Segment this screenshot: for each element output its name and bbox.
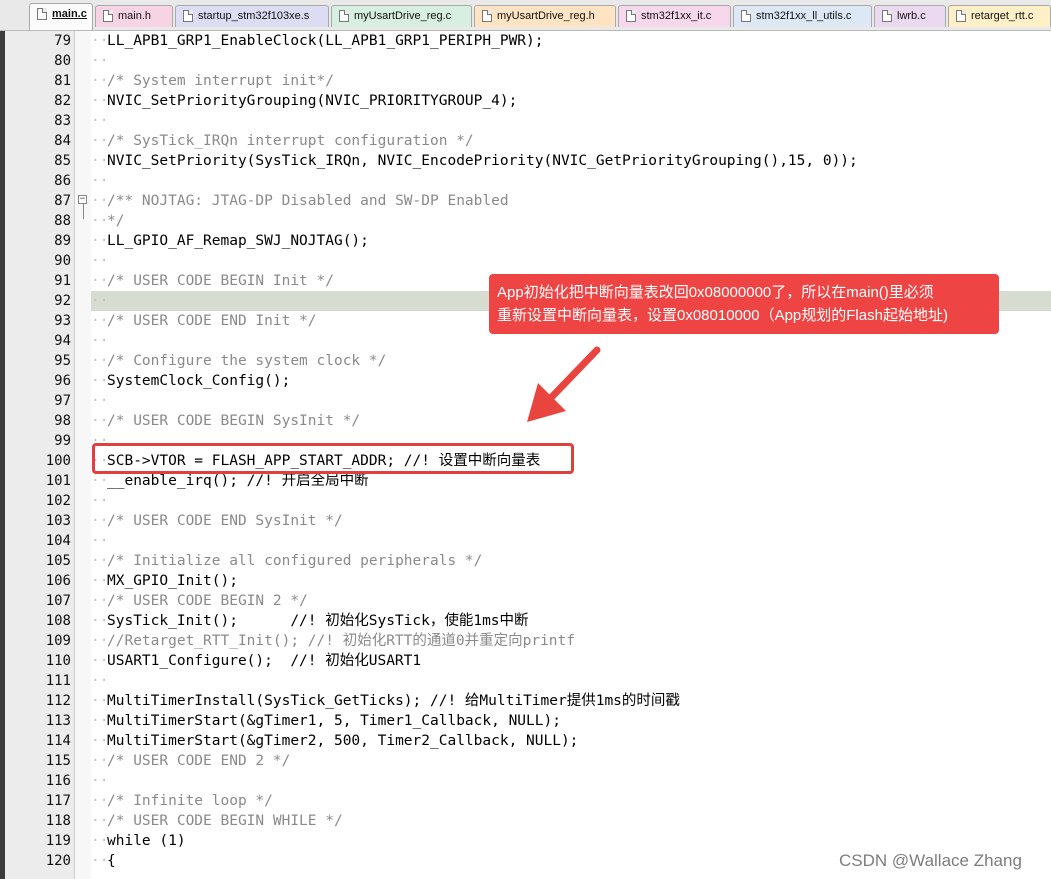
tab-ll-utils-c[interactable]: stm32f1xx_ll_utils.c (733, 5, 872, 27)
c-file-icon (882, 10, 892, 22)
tab-label: startup_stm32f103xe.s (198, 10, 310, 22)
h-file-icon (103, 10, 113, 22)
tab-label: stm32f1xx_it.c (641, 10, 712, 22)
code-editor[interactable]: − 79 ·· LL_APB1_GRP1_EnableClock(LL_APB1_G… (0, 31, 1051, 879)
tab-label: myUsartDrive_reg.c (354, 10, 452, 22)
tab-label: main.c (52, 8, 87, 20)
tab-main-c[interactable]: main.c (29, 3, 93, 30)
tab-startup-s[interactable]: startup_stm32f103xe.s (175, 5, 329, 27)
callout-line-2: 重新设置中断向量表，设置0x08010000（App规划的Flash起始地址) (497, 307, 948, 324)
tab-label: stm32f1xx_ll_utils.c (756, 10, 852, 22)
asm-file-icon (183, 10, 193, 22)
annotation-callout: App初始化把中断向量表改回0x08000000了，所以在main()里必须 重… (489, 274, 999, 334)
tab-main-h[interactable]: main.h (95, 5, 173, 27)
callout-line-1: App初始化把中断向量表改回0x08000000了，所以在main()里必须 (497, 284, 934, 301)
c-file-icon (741, 10, 751, 22)
watermark: CSDN @Wallace Zhang (839, 851, 1022, 870)
c-file-icon (626, 10, 636, 22)
tab-lwrb-c[interactable]: lwrb.c (874, 5, 946, 27)
tab-label: retarget_rtt.c (971, 10, 1034, 22)
h-file-icon (482, 10, 492, 22)
tab-retarget-rtt-c[interactable]: retarget_rtt.c (948, 5, 1051, 27)
tab-label: main.h (118, 10, 152, 22)
c-file-icon (37, 8, 47, 20)
c-file-icon (956, 10, 966, 22)
tab-myusartdrive-h[interactable]: myUsartDrive_reg.h (474, 5, 616, 27)
tab-label: lwrb.c (897, 10, 926, 22)
tab-myusartdrive-c[interactable]: myUsartDrive_reg.c (331, 5, 472, 27)
file-tab-bar: main.c main.h startup_stm32f103xe.s myUs… (0, 0, 1051, 31)
tab-stm32f1xx-it-c[interactable]: stm32f1xx_it.c (618, 5, 731, 27)
annotation-arrow-icon (527, 346, 601, 422)
c-file-icon (339, 10, 349, 22)
tab-label: myUsartDrive_reg.h (497, 10, 595, 22)
